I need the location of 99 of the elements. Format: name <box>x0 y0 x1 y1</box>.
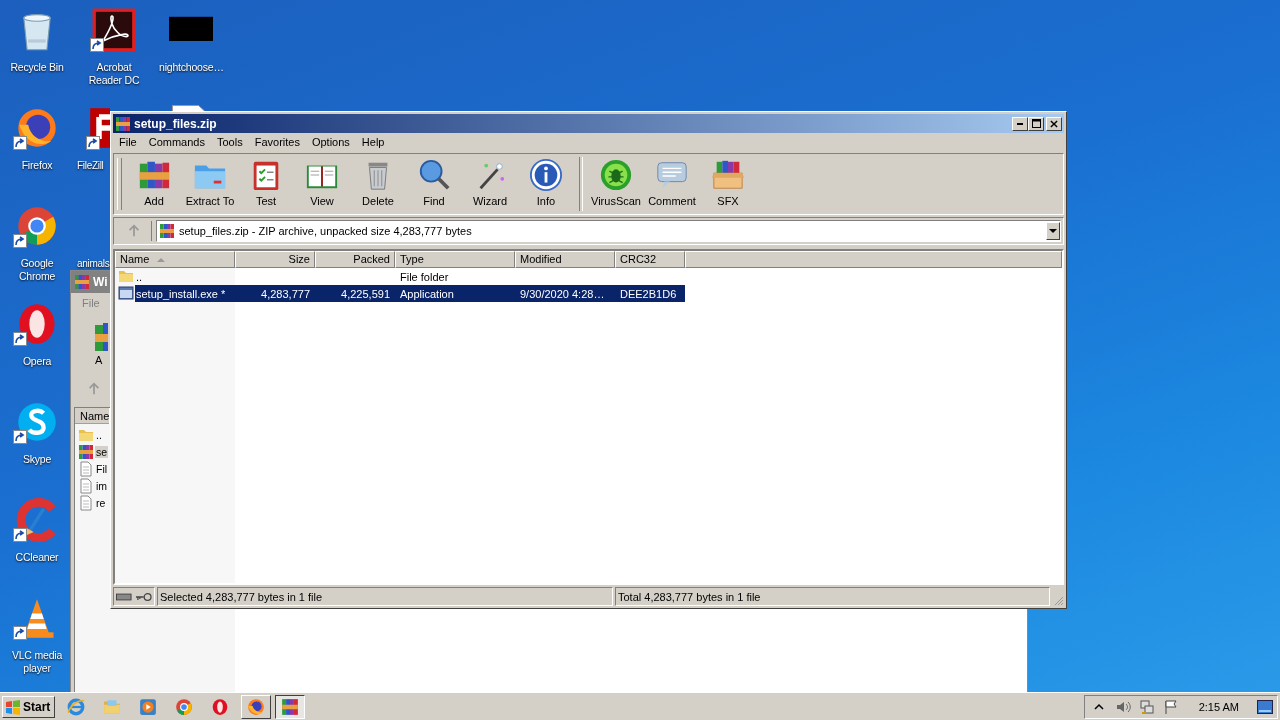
close-icon <box>1050 119 1058 128</box>
sort-arrow-icon <box>157 257 166 262</box>
table-cell: DEE2B1D6 <box>620 287 677 300</box>
menu-item[interactable]: Commands <box>142 136 211 148</box>
desktop-icon-label[interactable]: Acrobat Reader DC <box>82 61 146 87</box>
table-cell: .. <box>136 270 143 283</box>
menu-item[interactable]: Tools <box>211 136 249 148</box>
toolbar-button[interactable]: Extract To <box>182 154 238 214</box>
bug-icon <box>599 158 633 192</box>
toolbar-button[interactable]: Delete <box>350 154 406 214</box>
toolbar-button[interactable]: Wizard <box>462 154 518 214</box>
menu-item[interactable]: Favorites <box>248 136 306 148</box>
archive-icon <box>78 443 94 460</box>
desktop-icon-label[interactable]: Firefox <box>21 159 53 172</box>
up-arrow-icon <box>126 224 141 238</box>
file-name[interactable]: .. <box>95 428 103 441</box>
table-cell: 4,225,591 <box>341 287 390 300</box>
window-title: setup_files.zip <box>134 116 218 131</box>
broom-icon[interactable] <box>15 498 59 542</box>
desktop-icon-label[interactable]: Google Chrome <box>5 257 69 283</box>
file-name[interactable]: se <box>95 445 109 458</box>
program-icon <box>118 285 134 301</box>
toolbar-button[interactable]: VirusScan <box>588 154 644 214</box>
toolbar-button[interactable]: SFX <box>700 154 756 214</box>
maximize-icon <box>1031 119 1041 128</box>
table-cell: setup_install.exe * <box>136 287 226 300</box>
desktop-icon-label[interactable]: CCleaner <box>15 551 59 564</box>
document-icon <box>78 477 94 494</box>
table-cell: 4,283,777 <box>261 287 310 300</box>
column-header[interactable]: Size <box>235 251 315 268</box>
fox-globe-icon <box>247 697 266 716</box>
desktop-icon-label[interactable]: Recycle Bin <box>10 61 64 74</box>
desktop-icon-label[interactable]: FileZill <box>77 159 104 172</box>
toolbar-button[interactable]: View <box>294 154 350 214</box>
play-icon[interactable] <box>139 697 158 716</box>
clock: 2:15 AM <box>1198 700 1239 713</box>
dropdown-button[interactable] <box>1046 222 1060 240</box>
column-header[interactable]: Type <box>395 251 515 268</box>
table-cell: File folder <box>400 270 449 283</box>
document-edge-icon[interactable] <box>171 105 205 111</box>
caret-icon <box>1049 229 1057 233</box>
pdf-app-icon[interactable] <box>92 8 136 52</box>
archive-icon <box>159 223 175 239</box>
desktop-icon-label[interactable]: Skype <box>22 453 52 466</box>
file-name[interactable]: im <box>95 479 109 492</box>
window-title: Wi <box>93 275 108 289</box>
show-desktop-icon[interactable] <box>1257 699 1273 714</box>
menu-item[interactable]: Options <box>305 136 356 148</box>
network-icon[interactable] <box>1138 698 1155 715</box>
info-icon <box>529 158 563 192</box>
desktop-icon-label[interactable]: VLC media player <box>5 649 69 675</box>
column-header[interactable]: Name <box>75 408 109 424</box>
file-name[interactable]: re <box>95 496 107 509</box>
desktop-icon-label[interactable]: Opera <box>22 355 52 368</box>
document-icon <box>78 494 94 511</box>
status-text: Total 4,283,777 bytes in 1 file <box>615 587 1050 606</box>
menu-item[interactable]: File <box>113 136 143 148</box>
taskbar-button[interactable] <box>275 694 306 719</box>
status-text: Selected 4,283,777 bytes in 1 file <box>157 587 613 606</box>
selected-row[interactable]: setup_install.exe * 4,283,777 4,225,591 Application 9/30/2020 4:28… DEE2B1D6 <box>135 285 685 302</box>
desktop-icon-label[interactable]: nightchoose… <box>159 61 223 74</box>
folder-icon <box>118 268 134 284</box>
flag-icon[interactable] <box>1162 698 1179 715</box>
file-name[interactable]: Fil <box>95 462 109 475</box>
minimize-button[interactable] <box>1012 116 1028 131</box>
column-header[interactable]: Name <box>115 251 235 268</box>
resize-grip-icon[interactable] <box>1052 594 1064 606</box>
search-icon <box>417 158 451 192</box>
browser-icon[interactable] <box>175 697 194 716</box>
table-cell: Application <box>400 287 454 300</box>
toolbar-button[interactable]: Find <box>406 154 462 214</box>
ring-icon[interactable] <box>211 697 230 716</box>
windows-logo-icon <box>5 698 21 715</box>
desktop-icon-label[interactable]: animals <box>77 257 110 270</box>
archive-icon <box>74 274 90 290</box>
toolbar-button[interactable]: Test <box>238 154 294 214</box>
menu-item[interactable]: Help <box>355 136 391 148</box>
address-field[interactable]: setup_files.zip - ZIP archive, unpacked size 4,283,777 bytes <box>156 220 1061 242</box>
fox-globe-icon[interactable] <box>15 106 59 150</box>
column-header[interactable]: Modified <box>515 251 615 268</box>
column-header[interactable]: CRC32 <box>615 251 685 268</box>
box-icon <box>711 158 745 192</box>
key-icon <box>134 591 152 602</box>
start-button[interactable]: Start <box>2 695 56 718</box>
column-header[interactable]: Packed <box>315 251 395 268</box>
browser-icon[interactable] <box>15 204 59 248</box>
archive-icon <box>281 697 300 716</box>
close-button[interactable] <box>1046 116 1062 131</box>
file-row[interactable]: .. File folder <box>135 268 685 285</box>
toolbar-button[interactable]: Info <box>518 154 574 214</box>
table-cell: 9/30/2020 4:28… <box>520 287 605 300</box>
drive-icon <box>116 591 132 602</box>
chat-icon[interactable] <box>15 400 59 444</box>
document-icon <box>78 460 94 477</box>
toolbar-button[interactable]: Comment <box>644 154 700 214</box>
archive-icon <box>115 115 131 132</box>
minimize-icon <box>1017 122 1023 125</box>
maximize-button[interactable] <box>1028 116 1044 131</box>
toolbar-button[interactable]: Add <box>126 154 182 214</box>
